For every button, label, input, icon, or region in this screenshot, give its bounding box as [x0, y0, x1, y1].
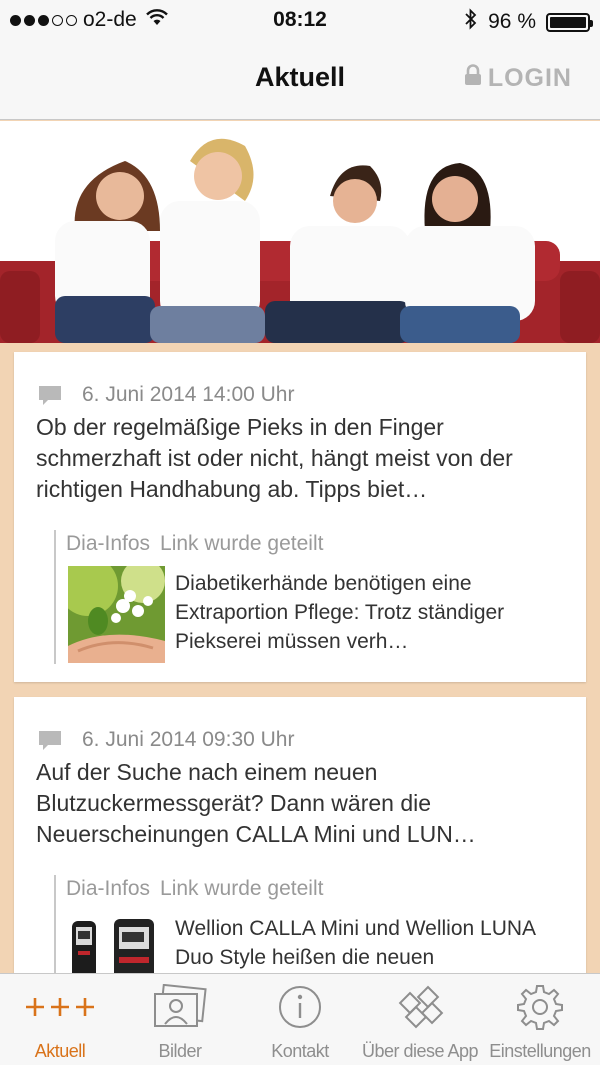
share-text: Wellion CALLA Mini und Wellion LUNA Duo …: [175, 917, 535, 969]
hand-flowers-thumbnail: [68, 566, 165, 663]
tab-label: Kontakt: [271, 1041, 329, 1061]
news-feed[interactable]: 6. Juni 2014 14:00 Uhr Ob der regelmäßig…: [0, 343, 600, 973]
bluetooth-icon: [464, 8, 478, 36]
comment-icon: [38, 728, 62, 752]
tab-kontakt[interactable]: Kontakt: [240, 974, 360, 1065]
post-meta: 6. Juni 2014 14:00 Uhr: [38, 383, 294, 407]
gear-icon: [480, 982, 600, 1032]
team-photo: [0, 121, 600, 343]
share-note: Link wurde geteilt: [160, 877, 324, 900]
picture-icon: [120, 982, 240, 1032]
post-card[interactable]: 6. Juni 2014 14:00 Uhr Ob der regelmäßig…: [14, 352, 586, 682]
post-text: Ob der regelmäßige Pieks in den Finger s…: [36, 414, 513, 502]
status-bar: o2-de 08:12 96 %: [0, 0, 600, 40]
tab-einstellungen[interactable]: Einstellungen: [480, 974, 600, 1065]
battery-percent: 96 %: [488, 10, 536, 33]
post-card[interactable]: 6. Juni 2014 09:30 Uhr Auf der Suche nac…: [14, 697, 586, 973]
tab-bilder[interactable]: Bilder: [120, 974, 240, 1065]
tab-label: Bilder: [158, 1041, 202, 1061]
shared-link[interactable]: Dia-Infos Link wurde geteilt: [54, 530, 564, 664]
info-icon: [240, 982, 360, 1032]
tab-aktuell[interactable]: Aktuell: [0, 974, 120, 1065]
post-date: 6. Juni 2014 09:30 Uhr: [82, 728, 295, 751]
plus-icon: [0, 982, 120, 1032]
post-text: Auf der Suche nach einem neuen Blutzucke…: [36, 759, 476, 847]
share-source: Dia-Infos: [66, 532, 151, 555]
tab-label: Über diese App: [361, 1041, 479, 1061]
tab-bar: Aktuell Bilder Kontakt Über diese App Ei…: [0, 973, 600, 1065]
comment-icon: [38, 383, 62, 407]
tab-ueber-diese-app[interactable]: Über diese App: [360, 974, 480, 1065]
share-note: Link wurde geteilt: [160, 532, 324, 555]
shared-link[interactable]: Dia-Infos Link wurde geteilt: [54, 875, 564, 973]
lock-icon: [464, 64, 482, 93]
share-text: Diabetikerhände benötigen eine Extraport…: [175, 572, 505, 653]
tab-label: Einstellungen: [489, 1041, 591, 1061]
share-source: Dia-Infos: [66, 877, 151, 900]
app-icon: [360, 982, 480, 1032]
post-date: 6. Juni 2014 14:00 Uhr: [82, 383, 295, 406]
glucose-meter-thumbnail: [68, 911, 165, 973]
battery-icon: [546, 12, 593, 32]
navigation-bar: Aktuell LOGIN: [0, 40, 600, 120]
login-label: LOGIN: [487, 64, 572, 92]
post-meta: 6. Juni 2014 09:30 Uhr: [38, 728, 294, 752]
tab-label: Aktuell: [34, 1041, 86, 1061]
login-button[interactable]: LOGIN: [464, 64, 572, 93]
